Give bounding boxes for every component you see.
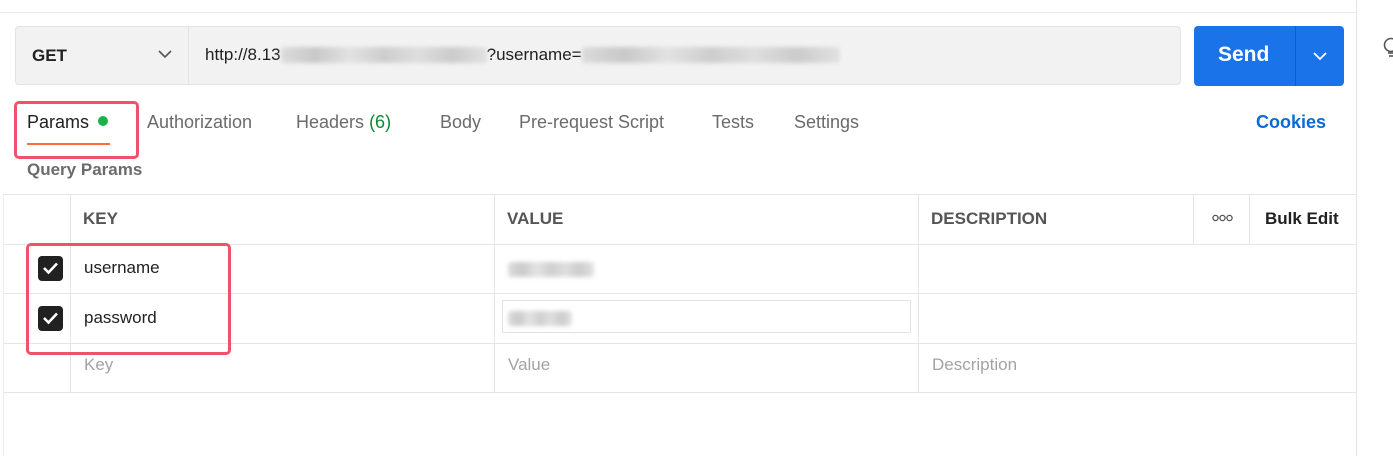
column-header-key: KEY: [83, 209, 118, 228]
table-row-border: [3, 293, 1356, 294]
url-bar[interactable]: GET http://8.13 ?username=: [15, 26, 1181, 85]
request-editor: GET http://8.13 ?username= Send Params A…: [0, 0, 1356, 456]
table-bottom-border: [3, 392, 1356, 393]
param-key-password[interactable]: password: [84, 308, 157, 328]
query-params-title: Query Params: [27, 160, 143, 179]
new-value-input[interactable]: Value: [508, 355, 550, 375]
param-value-password-redacted[interactable]: [508, 311, 572, 326]
method-selector[interactable]: GET: [16, 27, 189, 84]
tab-params-label: Params: [27, 112, 90, 132]
tab-tests[interactable]: Tests: [712, 112, 754, 133]
chevron-down-icon: [158, 50, 172, 59]
checkbox-checked-icon: [43, 262, 58, 275]
tab-body[interactable]: Body: [440, 112, 481, 133]
tab-params[interactable]: Params: [27, 112, 109, 133]
value-cell-overlay: [495, 294, 647, 300]
column-header-description: DESCRIPTION: [931, 209, 1048, 228]
param-value-username-redacted[interactable]: [508, 262, 594, 277]
tab-settings[interactable]: Settings: [794, 112, 859, 133]
url-redacted-path: [280, 47, 487, 63]
col-divider-value: [918, 194, 919, 392]
send-dropdown-chevron-icon[interactable]: [1313, 51, 1327, 61]
more-options-icon[interactable]: [1212, 213, 1233, 223]
column-header-value: VALUE: [507, 209, 564, 228]
table-header-border: [3, 244, 1356, 245]
row-enabled-checkbox[interactable]: [38, 306, 63, 331]
tab-authorization[interactable]: Authorization: [147, 112, 252, 133]
send-divider: [1295, 26, 1296, 86]
table-left-border: [3, 195, 4, 456]
tab-pre-request-script[interactable]: Pre-request Script: [519, 112, 664, 133]
url-query-username: ?username=: [486, 45, 582, 64]
headers-count-badge: (6): [369, 112, 392, 132]
new-key-input[interactable]: Key: [84, 355, 113, 375]
cookies-link[interactable]: Cookies: [1256, 112, 1326, 133]
table-top-border: [3, 194, 1356, 195]
col-divider-check: [70, 194, 71, 392]
active-tab-underline: [27, 143, 110, 145]
lightbulb-icon[interactable]: [1381, 36, 1393, 58]
col-divider-actions: [1193, 194, 1194, 244]
new-description-input[interactable]: Description: [932, 355, 1017, 375]
top-divider: [0, 12, 1356, 13]
tab-headers[interactable]: Headers (6): [296, 112, 391, 133]
url-host-start: http://8.13: [205, 45, 281, 64]
checkbox-checked-icon: [43, 312, 58, 325]
right-sidebar: [1356, 0, 1393, 456]
method-label: GET: [32, 46, 67, 65]
send-button[interactable]: Send: [1194, 26, 1344, 86]
tab-headers-label: Headers: [296, 112, 365, 132]
url-redacted-value: [581, 47, 840, 63]
row-enabled-checkbox[interactable]: [38, 256, 63, 281]
url-input[interactable]: http://8.13 ?username=: [205, 45, 840, 65]
col-divider-key: [494, 194, 495, 392]
table-row-border: [3, 343, 1356, 344]
send-button-label: Send: [1218, 43, 1270, 66]
col-divider-bulk: [1249, 194, 1250, 244]
bulk-edit-button[interactable]: Bulk Edit: [1265, 209, 1339, 229]
params-active-dot: [98, 116, 109, 127]
param-key-username[interactable]: username: [84, 258, 160, 278]
